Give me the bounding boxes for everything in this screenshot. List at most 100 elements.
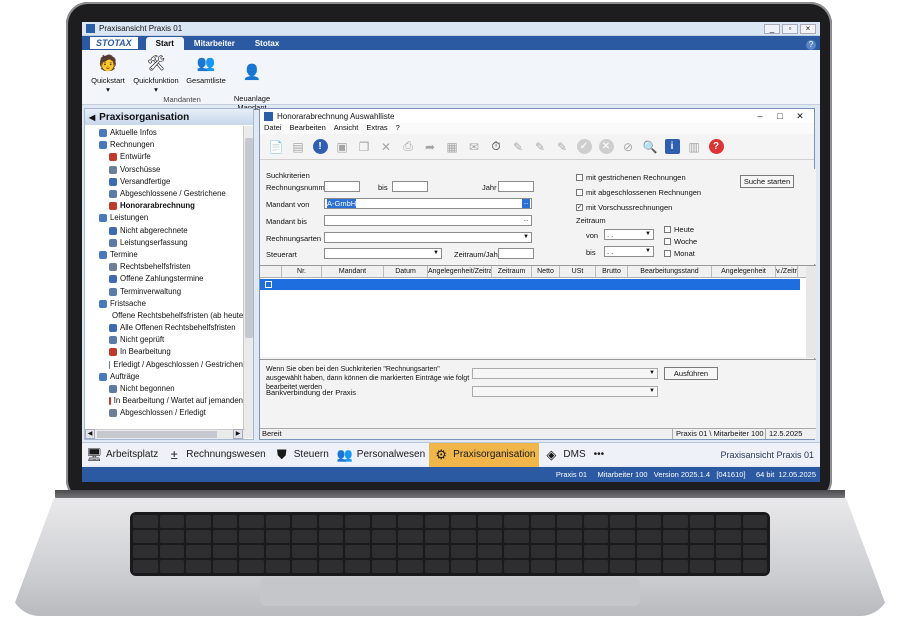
woche-checkbox[interactable] bbox=[664, 238, 671, 245]
table-row[interactable] bbox=[260, 279, 800, 290]
jahr-input[interactable] bbox=[498, 181, 534, 192]
nav-arbeitsplatz[interactable]: 🖥 Arbeitsplatz bbox=[82, 443, 162, 467]
sidebar-item[interactable]: Erledigt / Abgeschlossen / Gestrichen bbox=[85, 359, 243, 371]
sidebar-item[interactable]: Abgeschlossene / Gestrichene bbox=[85, 188, 243, 200]
open-icon[interactable]: ▤ bbox=[288, 137, 308, 157]
column-header[interactable]: Datum bbox=[384, 266, 428, 277]
tab-start[interactable]: Start bbox=[145, 37, 184, 50]
rechnungsarten-select[interactable]: ▼ bbox=[324, 232, 532, 243]
action-select[interactable]: ▼ bbox=[472, 368, 658, 379]
menu-datei[interactable]: Datei bbox=[264, 123, 282, 134]
column-header[interactable]: Nr. bbox=[282, 266, 322, 277]
edit2-icon[interactable]: ✎ bbox=[530, 137, 550, 157]
sidebar-item[interactable]: Aufträge bbox=[85, 371, 243, 383]
bank-select[interactable]: ▼ bbox=[472, 386, 658, 397]
check-icon[interactable]: ✓ bbox=[574, 137, 594, 157]
column-header[interactable]: Mandant bbox=[322, 266, 384, 277]
sidebar-item[interactable]: Nicht abgerechnete bbox=[85, 225, 243, 237]
sidebar-item[interactable]: Vorschüsse bbox=[85, 164, 243, 176]
cancel-icon[interactable]: ✕ bbox=[596, 137, 616, 157]
heute-checkbox[interactable] bbox=[664, 226, 671, 233]
sidebar-item[interactable]: Nicht begonnen bbox=[85, 383, 243, 395]
rechnungsnummer-to-input[interactable] bbox=[392, 181, 428, 192]
row-checkbox[interactable] bbox=[265, 281, 272, 288]
browse-icon[interactable]: ... bbox=[522, 199, 530, 208]
browse-icon[interactable]: ... bbox=[522, 216, 530, 225]
column-header[interactable]: Bearbeitungsstand bbox=[628, 266, 712, 277]
vorschuss-checkbox[interactable]: ✓ bbox=[576, 204, 583, 211]
menu-bearbeiten[interactable]: Bearbeiten bbox=[290, 123, 326, 134]
column-header[interactable]: Netto bbox=[532, 266, 560, 277]
stopwatch-icon[interactable]: ⏱ bbox=[486, 137, 506, 157]
sidebar-item[interactable]: Honorarabrechnung bbox=[85, 200, 243, 213]
details-icon[interactable]: i bbox=[662, 137, 682, 157]
sidebar-item[interactable]: Termine bbox=[85, 249, 243, 261]
nav-rechnungswesen[interactable]: ± Rechnungswesen bbox=[162, 443, 270, 467]
sidebar-item[interactable]: Offene Rechtsbehelfsfristen (ab heute) bbox=[85, 310, 243, 322]
tab-mitarbeiter[interactable]: Mitarbeiter bbox=[184, 37, 245, 50]
info-icon[interactable]: ! bbox=[310, 137, 330, 157]
menu-help[interactable]: ? bbox=[396, 123, 400, 134]
column-header[interactable]: v./Zeitr bbox=[776, 266, 798, 277]
mandant-bis-input[interactable]: ... bbox=[324, 215, 532, 226]
column-header[interactable]: Brutto bbox=[596, 266, 628, 277]
tab-stotax[interactable]: Stotax bbox=[245, 37, 289, 50]
stop-icon[interactable]: ⊘ bbox=[618, 137, 638, 157]
minimize-button[interactable]: – bbox=[750, 111, 770, 121]
nav-personalwesen[interactable]: 👥 Personalwesen bbox=[333, 443, 429, 467]
sidebar-item[interactable]: Terminverwaltung bbox=[85, 285, 243, 297]
nav-praxisorganisation[interactable]: ⚙ Praxisorganisation bbox=[429, 442, 540, 467]
gesamtliste-button[interactable]: 👥 Gesamtliste bbox=[182, 54, 230, 85]
grid-scrollbar[interactable] bbox=[806, 266, 816, 358]
quickfunktion-button[interactable]: 🛠 Quickfunktion ▾ bbox=[132, 54, 180, 94]
nav-more[interactable]: ••• bbox=[590, 443, 609, 467]
sidebar-item[interactable]: Fristsache bbox=[85, 298, 243, 310]
copy-icon[interactable]: ❐ bbox=[354, 137, 374, 157]
sidebar-item[interactable]: Versandfertige bbox=[85, 176, 243, 188]
save-icon[interactable]: ▣ bbox=[332, 137, 352, 157]
column-header[interactable]: USt bbox=[560, 266, 596, 277]
delete-icon[interactable]: ✕ bbox=[376, 137, 396, 157]
sidebar-item[interactable]: Rechtsbehelfsfristen bbox=[85, 261, 243, 273]
collapse-icon[interactable]: ◀ bbox=[89, 113, 95, 122]
edit-icon[interactable]: ✎ bbox=[508, 137, 528, 157]
bis-date-input[interactable]: . . ▼ bbox=[604, 246, 654, 257]
mail-icon[interactable]: ✉ bbox=[464, 137, 484, 157]
sidebar-item[interactable]: Rechnungen bbox=[85, 139, 243, 151]
forward-icon[interactable]: ➦ bbox=[420, 137, 440, 157]
sidebar-scrollbar[interactable] bbox=[243, 126, 253, 438]
column-header[interactable] bbox=[260, 266, 282, 277]
suche-starten-button[interactable]: Suche starten bbox=[740, 175, 794, 188]
calendar-icon[interactable]: ▦ bbox=[442, 137, 462, 157]
mandant-von-input[interactable]: A-GmbH... bbox=[324, 198, 532, 209]
scroll-left-icon[interactable]: ◀ bbox=[85, 429, 95, 439]
help-icon[interactable]: ? bbox=[806, 40, 816, 50]
nav-steuern[interactable]: ⛊ Steuern bbox=[270, 443, 333, 467]
abgeschlossen-checkbox[interactable] bbox=[576, 189, 583, 196]
help-icon[interactable]: ? bbox=[706, 137, 726, 157]
close-button[interactable]: ✕ bbox=[790, 111, 810, 122]
sidebar-item[interactable]: Aktuelle Infos bbox=[85, 127, 243, 139]
rechnungsnummer-from-input[interactable] bbox=[324, 181, 360, 192]
sidebar-item[interactable]: Leistungen bbox=[85, 212, 243, 224]
zeitraum-jahr-input[interactable] bbox=[498, 248, 534, 259]
sidebar-item[interactable]: Entwürfe bbox=[85, 151, 243, 163]
monat-checkbox[interactable] bbox=[664, 250, 671, 257]
sidebar-item[interactable]: Leistungserfassung bbox=[85, 237, 243, 249]
search-icon[interactable]: 🔍 bbox=[640, 137, 660, 157]
steuerart-select[interactable]: ▼ bbox=[324, 248, 442, 259]
close-button[interactable]: × bbox=[800, 23, 816, 34]
column-header[interactable]: Zeitraum bbox=[492, 266, 532, 277]
sidebar-item[interactable]: In Bearbeitung / Wartet auf jemanden bbox=[85, 395, 243, 407]
archive-icon[interactable]: ▥ bbox=[684, 137, 704, 157]
restore-button[interactable]: ▫ bbox=[782, 23, 798, 34]
menu-extras[interactable]: Extras bbox=[366, 123, 387, 134]
quickstart-button[interactable]: 🧑 Quickstart ▾ bbox=[84, 54, 132, 94]
nav-dms[interactable]: ◈ DMS bbox=[539, 443, 589, 467]
sidebar-hscrollbar[interactable] bbox=[85, 429, 245, 439]
menu-ansicht[interactable]: Ansicht bbox=[334, 123, 359, 134]
column-header[interactable]: Angelegenheit bbox=[712, 266, 776, 277]
sidebar-item[interactable]: In Bearbeitung bbox=[85, 346, 243, 358]
sidebar-item[interactable]: Alle Offenen Rechtsbehelfsfristen bbox=[85, 322, 243, 334]
new-document-icon[interactable]: 📄 bbox=[266, 137, 286, 157]
